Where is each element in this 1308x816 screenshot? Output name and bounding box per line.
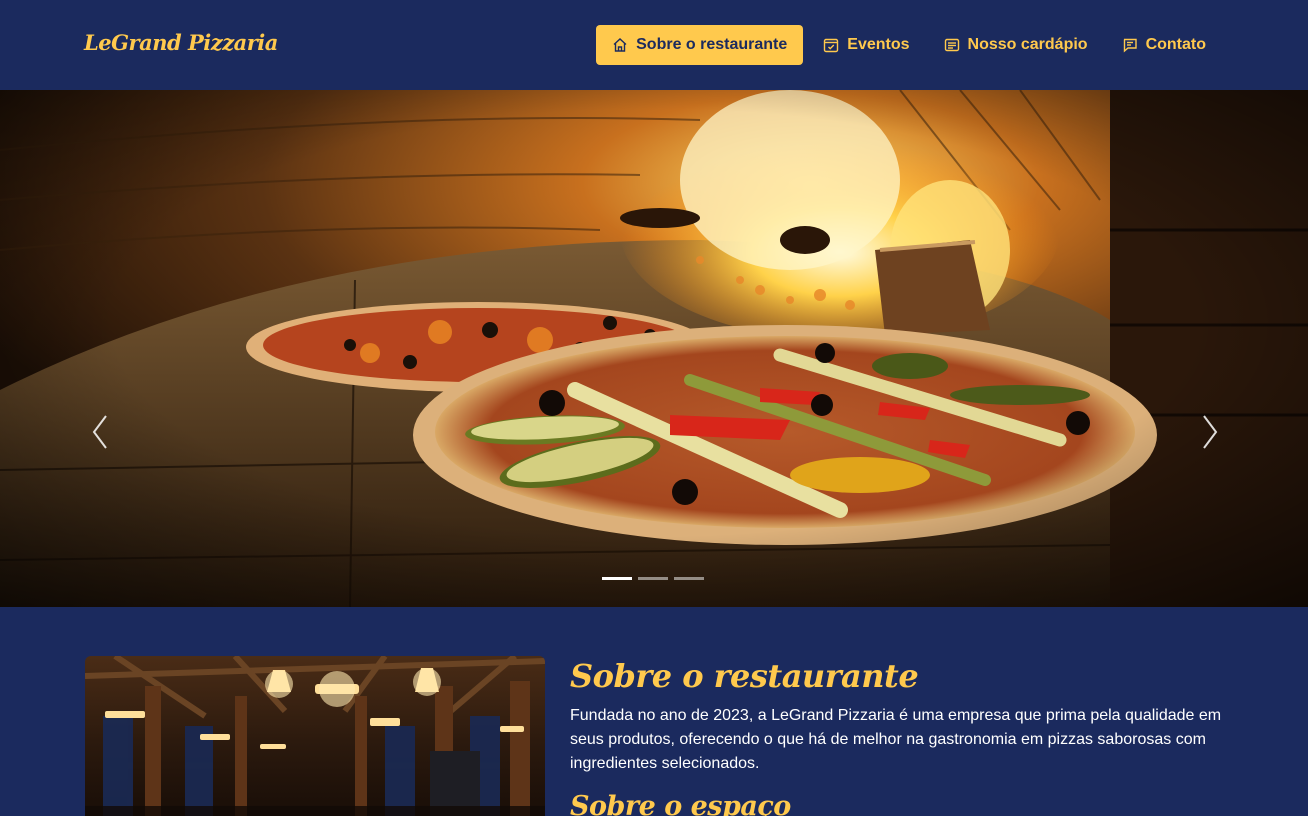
carousel-indicator-3[interactable] xyxy=(674,577,704,580)
about-subtitle: Sobre o espaço xyxy=(570,791,791,816)
about-section: Sobre o restaurante Fundada no ano de 20… xyxy=(0,607,1308,816)
restaurant-interior-image xyxy=(85,656,545,816)
nav-item-eventos[interactable]: Eventos xyxy=(809,25,923,65)
nav-item-label: Sobre o restaurante xyxy=(636,36,788,53)
nav-item-contato[interactable]: Contato xyxy=(1108,25,1220,65)
carousel-slide-image xyxy=(0,90,1308,607)
chat-icon xyxy=(1123,38,1137,53)
brand-logo[interactable]: LeGrand Pizzaria xyxy=(84,30,278,55)
hero-carousel xyxy=(0,90,1308,607)
calendar-check-icon xyxy=(824,38,839,53)
menu-card-icon xyxy=(944,38,959,52)
nav-item-label: Nosso cardápio xyxy=(967,36,1088,53)
about-description: Fundada no ano de 2023, a LeGrand Pizzar… xyxy=(570,707,1222,772)
nav-item-label: Eventos xyxy=(847,36,910,53)
about-title: Sobre o restaurante xyxy=(570,657,919,695)
carousel-indicator-2[interactable] xyxy=(638,577,668,580)
carousel-prev-button[interactable] xyxy=(86,410,116,454)
home-icon xyxy=(613,38,627,52)
main-nav: Sobre o restaurante Eventos Nosso cardáp… xyxy=(596,25,1220,65)
nav-item-sobre[interactable]: Sobre o restaurante xyxy=(596,25,804,65)
nav-item-cardapio[interactable]: Nosso cardápio xyxy=(930,25,1102,65)
navbar: LeGrand Pizzaria Sobre o restaurante Eve… xyxy=(0,0,1308,90)
nav-item-label: Contato xyxy=(1145,36,1206,53)
carousel-indicators xyxy=(602,577,704,580)
carousel-indicator-1[interactable] xyxy=(602,577,632,580)
carousel-next-button[interactable] xyxy=(1194,410,1224,454)
